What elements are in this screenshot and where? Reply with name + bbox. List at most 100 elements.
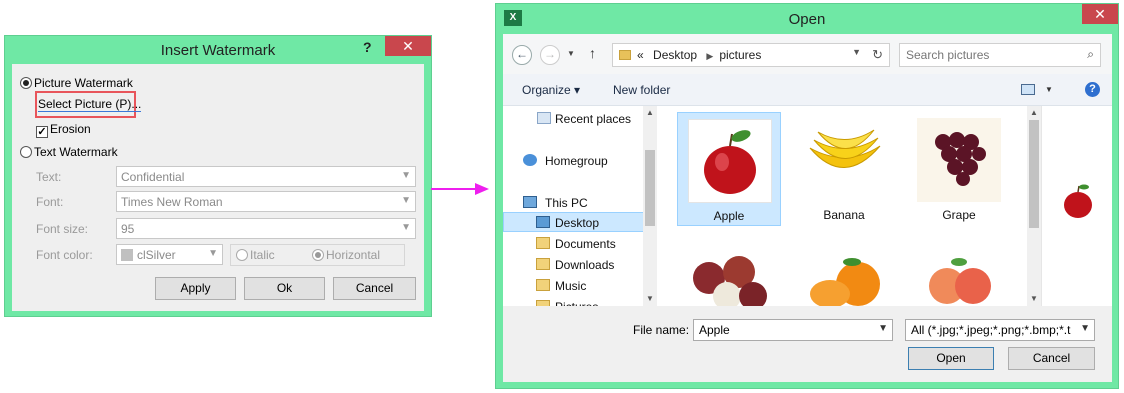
chevron-down-icon[interactable]: ▼ bbox=[1045, 85, 1053, 94]
scroll-down-icon[interactable]: ▼ bbox=[1030, 294, 1038, 303]
preview-pane bbox=[1041, 106, 1112, 306]
insert-watermark-dialog: Insert Watermark ? ✕ Picture Watermark S… bbox=[4, 35, 432, 317]
music-icon bbox=[536, 279, 550, 291]
dialog-title: Open bbox=[788, 11, 826, 28]
file-name-label: File name: bbox=[633, 323, 690, 337]
banana-thumbnail bbox=[802, 118, 886, 202]
open-dialog: X Open ✕ ← → ▼ ↑ « Desktop ▶ pictures ▼ ↻… bbox=[495, 3, 1119, 389]
homegroup-icon bbox=[523, 154, 537, 166]
organize-button[interactable]: Organize ▾ bbox=[522, 83, 580, 97]
right-arrow-icon bbox=[431, 183, 489, 195]
breadcrumb-pictures[interactable]: pictures bbox=[719, 48, 761, 62]
close-button[interactable]: ✕ bbox=[1082, 4, 1118, 24]
text-watermark-option[interactable]: Text Watermark bbox=[20, 145, 118, 159]
file-tile-lychee[interactable] bbox=[677, 240, 781, 306]
scroll-up-icon[interactable]: ▲ bbox=[1030, 108, 1038, 117]
breadcrumb-overflow[interactable]: « bbox=[637, 48, 644, 62]
up-button[interactable]: ↑ bbox=[589, 45, 596, 61]
grape-thumbnail bbox=[917, 118, 1001, 202]
font-color-value: clSilver bbox=[137, 248, 176, 262]
scroll-down-icon[interactable]: ▼ bbox=[646, 294, 654, 303]
italic-option[interactable]: Italic bbox=[236, 248, 275, 262]
search-icon[interactable]: ⌕ bbox=[1087, 47, 1094, 62]
ok-button[interactable]: Ok bbox=[244, 277, 325, 300]
peach-image bbox=[929, 258, 991, 304]
nav-item-recent-places[interactable]: Recent places bbox=[503, 109, 645, 129]
close-button[interactable]: ✕ bbox=[385, 36, 431, 56]
file-tile-orange[interactable] bbox=[792, 240, 896, 306]
radio-unselected-icon bbox=[20, 146, 32, 158]
nav-item-desktop[interactable]: Desktop bbox=[503, 212, 645, 232]
lychee-image bbox=[693, 256, 767, 306]
cancel-button[interactable]: Cancel bbox=[333, 277, 416, 300]
help-button[interactable]: ? bbox=[363, 39, 372, 55]
orange-thumbnail bbox=[802, 246, 886, 306]
refresh-icon[interactable]: ↻ bbox=[872, 47, 883, 63]
new-folder-button[interactable]: New folder bbox=[613, 83, 670, 97]
nav-label: Documents bbox=[555, 237, 616, 251]
forward-button[interactable]: → bbox=[540, 45, 560, 65]
address-bar[interactable]: « Desktop ▶ pictures ▼ ↻ bbox=[612, 43, 890, 67]
view-icon[interactable] bbox=[1021, 84, 1035, 95]
cancel-button[interactable]: Cancel bbox=[1008, 347, 1095, 370]
file-tile-grape[interactable]: Grape bbox=[907, 112, 1011, 226]
file-tile-peach[interactable] bbox=[907, 240, 1011, 306]
file-tile-banana[interactable]: Banana bbox=[792, 112, 896, 226]
scroll-up-icon[interactable]: ▲ bbox=[646, 108, 654, 117]
file-name-value: Apple bbox=[699, 323, 730, 337]
file-name: Banana bbox=[823, 208, 865, 222]
radio-selected-icon bbox=[312, 249, 324, 261]
nav-label: Downloads bbox=[555, 258, 615, 272]
nav-label: Homegroup bbox=[545, 154, 608, 168]
chevron-down-icon: ▼ bbox=[208, 248, 218, 259]
nav-label: Recent places bbox=[555, 112, 632, 126]
nav-item-homegroup[interactable]: Homegroup bbox=[503, 151, 645, 171]
back-button[interactable]: ← bbox=[512, 45, 532, 65]
apply-button[interactable]: Apply bbox=[155, 277, 236, 300]
file-tile-apple[interactable]: Apple bbox=[677, 112, 781, 226]
nav-item-this-pc[interactable]: This PC bbox=[503, 193, 645, 213]
radio-selected-icon bbox=[20, 77, 32, 89]
picture-watermark-option[interactable]: Picture Watermark bbox=[20, 76, 133, 90]
navigation-pane: Recent places Homegroup This PC Desktop … bbox=[503, 106, 657, 309]
documents-icon bbox=[536, 237, 550, 249]
scroll-thumb[interactable] bbox=[645, 150, 655, 226]
help-icon[interactable]: ? bbox=[1085, 82, 1100, 97]
apple-image bbox=[704, 130, 756, 194]
nav-item-downloads[interactable]: Downloads bbox=[503, 255, 645, 275]
downloads-icon bbox=[536, 258, 550, 270]
font-size-select[interactable]: 95 ▼ bbox=[116, 218, 416, 239]
font-size-value: 95 bbox=[121, 222, 135, 236]
file-type-select[interactable]: All (*.jpg;*.jpeg;*.png;*.bmp;*.t ▼ bbox=[905, 319, 1095, 341]
text-watermark-label: Text Watermark bbox=[34, 145, 118, 159]
open-button[interactable]: Open bbox=[908, 347, 994, 370]
erosion-checkbox[interactable]: ✓ Erosion bbox=[36, 122, 91, 138]
folder-icon bbox=[619, 50, 631, 60]
file-scrollbar[interactable]: ▲ ▼ bbox=[1027, 106, 1041, 306]
italic-label: Italic bbox=[250, 248, 275, 262]
horizontal-option[interactable]: Horizontal bbox=[312, 248, 380, 262]
text-label: Text: bbox=[36, 170, 62, 184]
chevron-down-icon[interactable]: ▼ bbox=[852, 47, 861, 57]
dialog-body: ← → ▼ ↑ « Desktop ▶ pictures ▼ ↻ Search p… bbox=[503, 34, 1112, 382]
font-color-select[interactable]: clSilver ▼ bbox=[116, 244, 223, 265]
lychee-thumbnail bbox=[687, 246, 771, 306]
text-input[interactable]: Confidential ▼ bbox=[116, 166, 416, 187]
search-input[interactable]: Search pictures ⌕ bbox=[899, 43, 1101, 67]
text-value: Confidential bbox=[121, 170, 185, 184]
file-dialog-footer: File name: Apple ▼ All (*.jpg;*.jpeg;*.pn… bbox=[503, 306, 1112, 382]
navigation-bar: ← → ▼ ↑ « Desktop ▶ pictures ▼ ↻ Search p… bbox=[503, 34, 1112, 74]
nav-item-music[interactable]: Music bbox=[503, 276, 645, 296]
nav-item-documents[interactable]: Documents bbox=[503, 234, 645, 254]
breadcrumb-desktop[interactable]: Desktop bbox=[653, 48, 697, 62]
scroll-thumb[interactable] bbox=[1029, 120, 1039, 228]
nav-label: Music bbox=[555, 279, 587, 293]
select-picture-button[interactable]: Select Picture (P)... bbox=[38, 97, 142, 112]
font-select[interactable]: Times New Roman ▼ bbox=[116, 191, 416, 212]
radio-unselected-icon bbox=[236, 249, 248, 261]
nav-scrollbar[interactable]: ▲ ▼ bbox=[643, 106, 657, 306]
font-label: Font: bbox=[36, 195, 64, 209]
file-name-input[interactable]: Apple ▼ bbox=[693, 319, 893, 341]
recent-locations-dropdown-icon[interactable]: ▼ bbox=[567, 49, 575, 58]
chevron-down-icon[interactable]: ▼ bbox=[878, 323, 888, 334]
